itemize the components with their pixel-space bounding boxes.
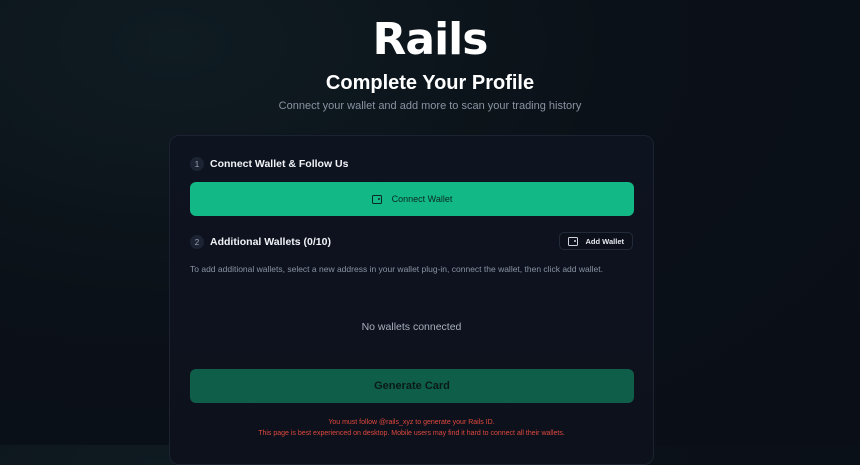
step-connect-wallet: 1 Connect Wallet & Follow Us: [190, 157, 348, 171]
connect-wallet-button[interactable]: Connect Wallet: [190, 182, 634, 216]
follow-warning: You must follow @rails_xyz to generate y…: [328, 419, 495, 426]
desktop-warning: This page is best experienced on desktop…: [258, 430, 565, 437]
connect-wallet-label: Connect Wallet: [391, 194, 453, 204]
profile-card: 1 Connect Wallet & Follow Us Connect Wal…: [169, 135, 654, 465]
additional-wallets-description: To add additional wallets, select a new …: [190, 264, 603, 274]
rails-logo: Rails: [372, 14, 489, 65]
step-number: 2: [190, 235, 204, 249]
page-subtitle: Connect your wallet and add more to scan…: [278, 100, 582, 112]
wallet-icon: [567, 236, 578, 246]
add-wallet-label: Add Wallet: [585, 236, 624, 246]
step-number: 1: [190, 157, 204, 171]
step-label: Additional Wallets (0/10): [210, 236, 331, 248]
page-title: Complete Your Profile: [325, 72, 535, 94]
generate-card-button[interactable]: Generate Card: [190, 369, 634, 403]
add-wallet-button[interactable]: Add Wallet: [558, 232, 633, 250]
step-label: Connect Wallet & Follow Us: [210, 158, 349, 170]
step-additional-wallets: 2 Additional Wallets (0/10): [190, 235, 331, 249]
empty-state: No wallets connected: [361, 321, 462, 333]
wallet-icon: [371, 194, 382, 204]
